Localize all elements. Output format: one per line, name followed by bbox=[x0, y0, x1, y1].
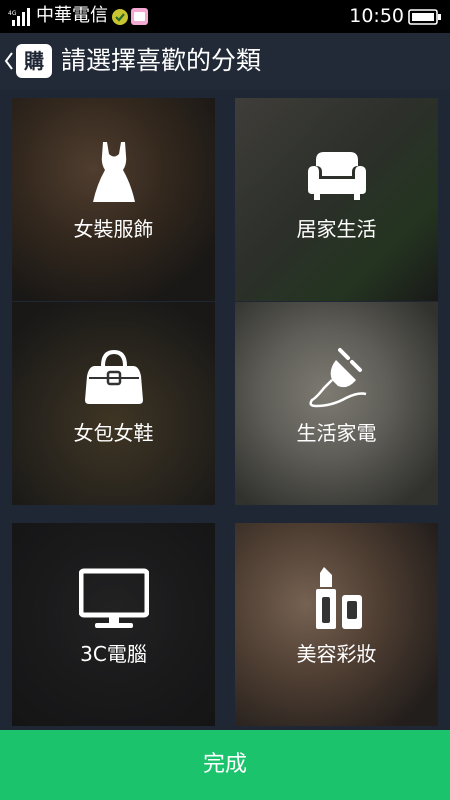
chevron-left-icon[interactable] bbox=[4, 52, 14, 70]
status-bar: 4G 中華電信 10:50 bbox=[0, 0, 450, 33]
plug-icon bbox=[308, 348, 366, 408]
app-logo[interactable]: 購 bbox=[16, 44, 52, 78]
sofa-icon bbox=[307, 152, 366, 200]
carrier-name: 中華電信 bbox=[36, 5, 108, 26]
monitor-icon bbox=[78, 568, 149, 628]
category-tile-3c-computer[interactable]: 3C電腦 bbox=[12, 523, 215, 726]
category-label: 居家生活 bbox=[296, 217, 377, 241]
category-tile-beauty-makeup[interactable]: 美容彩妝 bbox=[235, 523, 438, 726]
signal-icon: 4G bbox=[8, 8, 30, 26]
category-tile-bags-shoes[interactable]: 女包女鞋 bbox=[12, 302, 215, 505]
battery-icon bbox=[408, 9, 441, 25]
clock: 10:50 bbox=[349, 5, 404, 27]
dress-icon bbox=[92, 142, 135, 202]
app-logo-text: 購 bbox=[24, 49, 44, 73]
svg-text:4G: 4G bbox=[8, 10, 17, 17]
category-tile-womens-fashion[interactable]: 女裝服飾 bbox=[12, 98, 215, 301]
lipstick-icon bbox=[315, 567, 362, 629]
handbag-icon bbox=[84, 349, 143, 404]
category-grid: 女裝服飾 居家生活 女包女鞋 生活家電 3C電腦 美容彩妝 bbox=[0, 90, 450, 730]
done-button-label: 完成 bbox=[202, 752, 247, 777]
category-label: 女裝服飾 bbox=[73, 217, 154, 241]
category-tile-home-appliances[interactable]: 生活家電 bbox=[235, 302, 438, 505]
category-tile-home-living[interactable]: 居家生活 bbox=[235, 98, 438, 301]
done-button[interactable]: 完成 bbox=[0, 730, 450, 800]
app-notification-icon bbox=[131, 8, 148, 25]
category-label: 生活家電 bbox=[296, 421, 377, 445]
category-label: 女包女鞋 bbox=[73, 421, 154, 445]
category-label: 3C電腦 bbox=[80, 642, 147, 666]
category-label: 美容彩妝 bbox=[296, 642, 377, 666]
app-notification-icon bbox=[112, 9, 128, 25]
app-header: 購 請選擇喜歡的分類 bbox=[0, 33, 450, 90]
page-title: 請選擇喜歡的分類 bbox=[61, 46, 262, 75]
